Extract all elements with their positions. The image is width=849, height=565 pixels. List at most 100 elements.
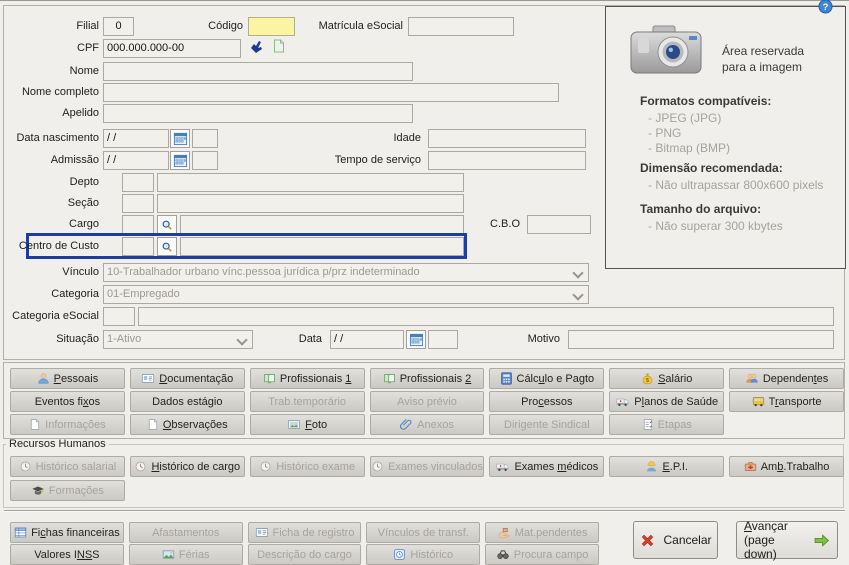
chevron-down-icon xyxy=(572,267,584,279)
tab-etapas-label: Etapas xyxy=(657,418,692,431)
tab-transporte[interactable]: Transporte xyxy=(729,391,844,412)
data-label: Data xyxy=(298,333,322,345)
tab-planos-de-saude-label: Planos de Saúde xyxy=(634,395,719,408)
data-nascimento-label: Data nascimento xyxy=(16,132,99,144)
bottom-row-2: Valores INSS Férias Descrição do cargo Hist… xyxy=(10,544,599,565)
table-icon xyxy=(14,526,27,539)
filial-field[interactable]: 0 xyxy=(103,17,134,36)
dimension-list: - Não ultrapassar 800x600 pixels xyxy=(648,178,823,193)
tab-salario[interactable]: $ Salário xyxy=(609,368,725,389)
document-icon xyxy=(147,418,159,431)
ambulance-icon xyxy=(615,395,630,408)
rh-historico-salarial: Histórico salarial xyxy=(10,456,125,477)
advance-button-sublabel: (page down) xyxy=(744,533,777,561)
worker-icon xyxy=(645,460,658,473)
tab-documentacao[interactable]: Documentação xyxy=(129,368,245,389)
data-nascimento-field[interactable]: / / xyxy=(103,129,169,148)
codigo-field[interactable] xyxy=(248,17,295,36)
centro-custo-code-field[interactable] xyxy=(122,237,154,256)
cancel-button-label: Cancelar xyxy=(663,533,712,547)
data-nascimento-extra-field[interactable] xyxy=(192,129,218,148)
advance-button[interactable]: Avançar (page down) xyxy=(736,519,838,561)
magnifier-icon[interactable] xyxy=(157,215,177,234)
tab-profissionais-2[interactable]: Profissionais 2 xyxy=(369,368,485,389)
btn-descricao-do-cargo-label: Descrição do cargo xyxy=(257,548,352,561)
rh-amb-trabalho[interactable]: Amb.Trabalho xyxy=(729,456,844,477)
format-item: - JPEG (JPG) xyxy=(648,111,722,125)
tab-eventos-fixos[interactable]: Eventos fixos xyxy=(10,391,125,412)
tab-dados-estagio[interactable]: Dados estágio xyxy=(129,391,245,412)
cancel-button[interactable]: Cancelar xyxy=(633,521,718,559)
secao-code-field[interactable] xyxy=(122,194,154,213)
tab-dependentes[interactable]: Dependentes xyxy=(729,368,844,389)
codigo-label: Código xyxy=(208,20,243,32)
tab-informacoes-label: Informações xyxy=(45,418,106,431)
chevron-down-icon xyxy=(572,289,584,301)
magnifier-icon[interactable] xyxy=(157,237,177,256)
bus-icon xyxy=(752,395,765,408)
tab-planos-de-saude[interactable]: Planos de Saúde xyxy=(609,391,725,412)
tab-aviso-previo: Aviso prévio xyxy=(369,391,485,412)
tab-foto[interactable]: Foto xyxy=(249,414,365,435)
tab-aviso-previo-label: Aviso prévio xyxy=(397,395,457,408)
tab-foto-label: Foto xyxy=(305,418,328,431)
admissao-extra-field[interactable] xyxy=(192,151,218,170)
btn-historico: Histórico xyxy=(366,544,481,565)
depto-code-field[interactable] xyxy=(122,173,154,192)
calculator-icon xyxy=(500,372,513,385)
tab-profissionais-1[interactable]: Profissionais 1 xyxy=(249,368,365,389)
btn-ficha-de-registro-label: Ficha de registro xyxy=(272,526,355,539)
validate-icon[interactable] xyxy=(248,38,266,56)
calendar-icon[interactable] xyxy=(170,129,190,148)
cargo-code-field[interactable] xyxy=(122,215,154,234)
help-icon[interactable]: ? xyxy=(818,0,833,14)
categoria-esocial-desc-field xyxy=(138,307,834,326)
calendar-icon[interactable] xyxy=(170,151,190,170)
situacao-data-field[interactable]: / / xyxy=(330,330,404,349)
tempo-servico-label: Tempo de serviço xyxy=(334,154,421,166)
document-icon xyxy=(29,418,41,431)
svg-text:?: ? xyxy=(823,2,829,12)
nome-completo-field[interactable] xyxy=(103,83,559,102)
cbo-field[interactable] xyxy=(527,215,591,234)
btn-fichas-financeiras-label: Fichas financeiras xyxy=(31,526,120,539)
ambulance-icon xyxy=(495,460,510,473)
btn-descricao-do-cargo: Descrição do cargo xyxy=(247,544,362,565)
hand-icon xyxy=(497,526,511,539)
btn-procura-campo-label: Procura campo xyxy=(513,548,589,561)
cpf-field[interactable]: 000.000.000-00 xyxy=(103,39,241,58)
tab-observacoes[interactable]: Observações xyxy=(129,414,245,435)
categoria-esocial-code-field[interactable] xyxy=(103,307,135,326)
rh-historico-de-cargo-label: Histórico de cargo xyxy=(151,460,241,473)
matricula-esocial-field[interactable] xyxy=(408,17,514,36)
copy-page-icon[interactable] xyxy=(270,37,288,55)
categoria-value: 01-Empregado xyxy=(107,288,180,300)
tab-dependentes-label: Dependentes xyxy=(762,372,829,385)
apelido-field[interactable] xyxy=(103,104,413,123)
rh-exames-medicos[interactable]: Exames médicos xyxy=(489,456,605,477)
rh-historico-de-cargo[interactable]: Histórico de cargo xyxy=(129,456,245,477)
categoria-label: Categoria xyxy=(51,288,99,300)
btn-fichas-financeiras[interactable]: Fichas financeiras xyxy=(10,522,124,543)
empty-cell xyxy=(729,414,844,435)
history-icon xyxy=(371,460,384,473)
situacao-dropdown: 1-Ativo xyxy=(103,330,253,349)
rh-e-p-i[interactable]: E.P.I. xyxy=(609,456,725,477)
tab-calculo-e-pagto[interactable]: Cálculo e Pagto xyxy=(489,368,605,389)
motivo-field[interactable] xyxy=(568,330,834,349)
admissao-field[interactable]: / / xyxy=(103,151,169,170)
empty-cell xyxy=(489,480,604,501)
situacao-data-extra-field[interactable] xyxy=(428,330,458,349)
btn-ferias-label: Férias xyxy=(178,548,210,561)
tab-pessoais[interactable]: Pessoais xyxy=(10,368,125,389)
tab-processos[interactable]: Processos xyxy=(489,391,605,412)
calendar-icon[interactable] xyxy=(406,330,426,349)
rh-exames-medicos-label: Exames médicos xyxy=(514,460,599,473)
bottom-separator xyxy=(4,510,845,512)
empty-cell xyxy=(130,480,245,501)
btn-valores-inss[interactable]: Valores INSS xyxy=(10,544,124,565)
nome-field[interactable] xyxy=(103,62,413,81)
money-bag-icon: $ xyxy=(641,372,654,385)
cargo-desc-field xyxy=(180,215,464,234)
format-item: - PNG xyxy=(648,126,682,140)
